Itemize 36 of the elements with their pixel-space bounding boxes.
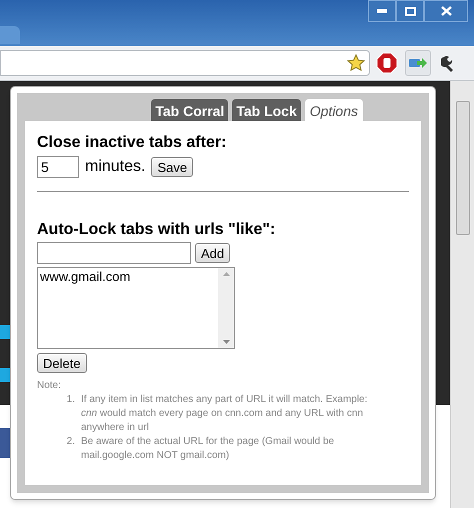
extension-button[interactable] [405, 50, 431, 76]
tab[interactable]: Options [304, 99, 363, 121]
scrollbar[interactable] [450, 81, 474, 508]
sidebar-strip [0, 325, 10, 339]
maximize-icon [404, 6, 416, 16]
tab[interactable]: Tab Lock [232, 99, 301, 121]
url-list[interactable]: www.gmail.com [37, 267, 235, 349]
section-heading: Auto-Lock tabs with urls "like": [37, 220, 276, 240]
minimize-icon [377, 9, 387, 13]
scroll-up-icon[interactable] [222, 272, 230, 276]
close-icon [440, 6, 452, 16]
url-item[interactable]: www.gmail.com [40, 269, 216, 285]
minimize-button[interactable] [368, 0, 396, 22]
list-scrollbar[interactable] [218, 268, 234, 348]
close-button[interactable] [424, 0, 468, 22]
url-field[interactable] [37, 242, 191, 264]
tab[interactable]: Tab Corral [151, 99, 228, 121]
note-text: If any item in list matches any part of URL it will match. Example: cnn would match every page on cnn.com and any URL with cnn anywhere in url [81, 393, 368, 435]
delete-button[interactable]: Delete [37, 353, 87, 373]
note-label: Note: [37, 379, 62, 393]
section-heading: Close inactive tabs after: [37, 133, 228, 153]
scroll-down-icon[interactable] [222, 340, 230, 344]
sidebar-strip [0, 368, 10, 382]
minutes-field[interactable]: 5 [37, 156, 79, 178]
maximize-button[interactable] [396, 0, 424, 22]
tab-edge [0, 26, 20, 44]
scrollbar-thumb[interactable] [456, 101, 470, 235]
minutes-label: minutes. [85, 157, 146, 177]
list-number: 1. [66, 393, 75, 407]
note-text: Be aware of the actual URL for the page (Gmail would be mail.google.com NOT gmail.com) [81, 435, 336, 463]
add-button[interactable]: Add [195, 243, 230, 263]
star-icon[interactable] [347, 54, 365, 72]
address-bar[interactable] [0, 50, 370, 76]
list-number: 2. [66, 435, 75, 449]
save-button[interactable]: Save [151, 157, 194, 177]
tab-arrow-icon [409, 57, 427, 69]
